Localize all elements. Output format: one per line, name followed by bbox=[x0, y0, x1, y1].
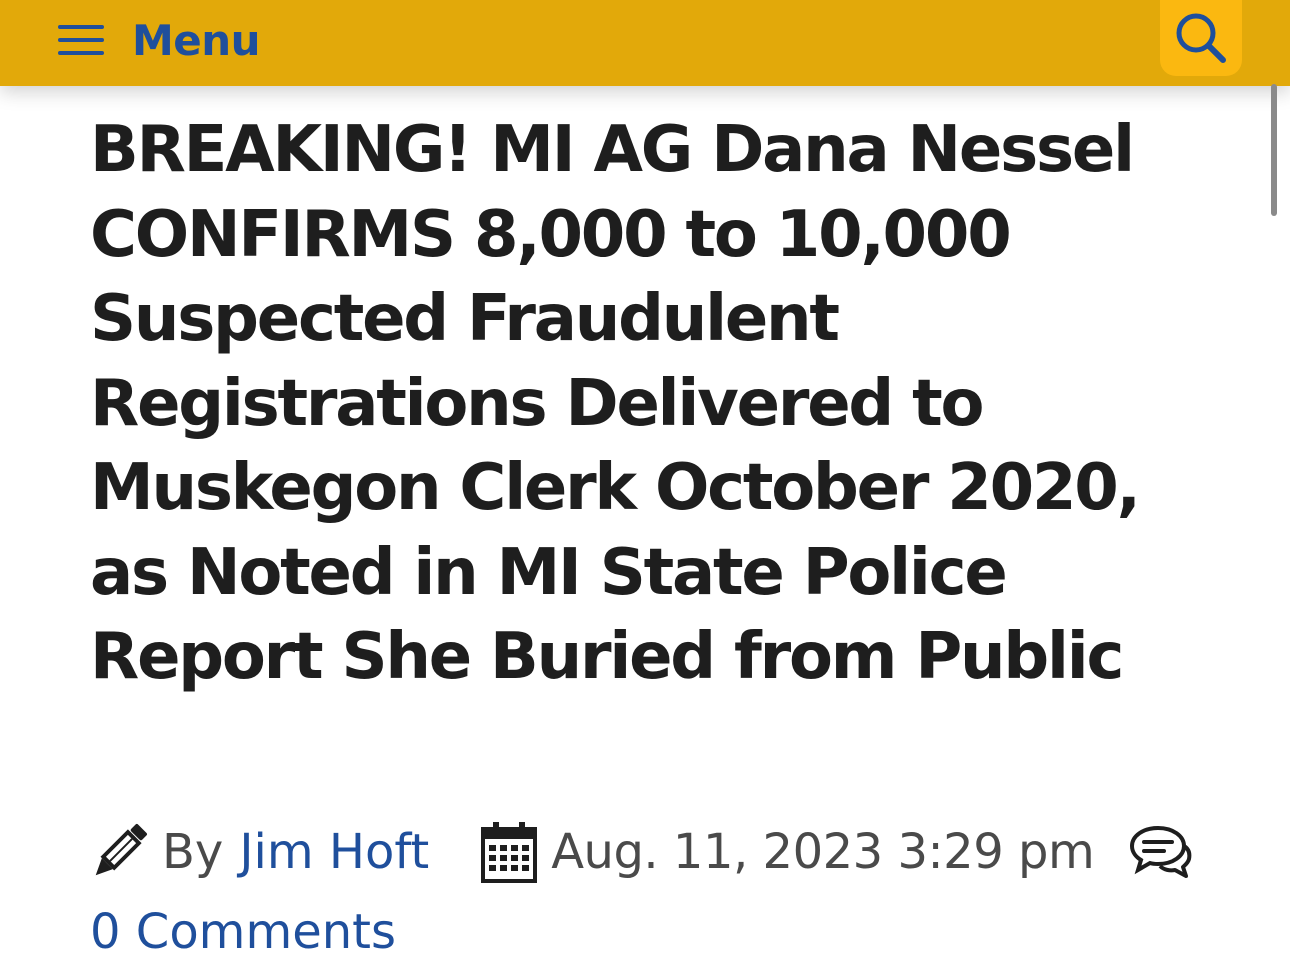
article-headline: BREAKING! MI AG Dana Nessel CONFIRMS 8,0… bbox=[90, 113, 1141, 694]
comments-link[interactable]: 0 Comments bbox=[90, 904, 396, 960]
hamburger-icon bbox=[58, 23, 104, 57]
author-link[interactable]: Jim Hoft bbox=[239, 824, 429, 880]
calendar-icon bbox=[481, 822, 538, 883]
menu-button[interactable]: Menu bbox=[58, 10, 261, 70]
publish-date: Aug. 11, 2023 3:29 pm bbox=[551, 824, 1095, 880]
comments-icon[interactable] bbox=[1128, 824, 1192, 880]
byline-prefix: By bbox=[162, 824, 224, 880]
pencil-icon bbox=[95, 824, 147, 876]
scrollbar[interactable] bbox=[1271, 84, 1277, 216]
top-navigation-bar: Menu bbox=[0, 0, 1290, 86]
search-button[interactable] bbox=[1160, 0, 1242, 76]
article-meta: By Jim Hoft Aug. 11, 2023 3:29 pm bbox=[88, 812, 1248, 892]
search-icon bbox=[1176, 13, 1226, 63]
menu-label: Menu bbox=[132, 15, 261, 65]
